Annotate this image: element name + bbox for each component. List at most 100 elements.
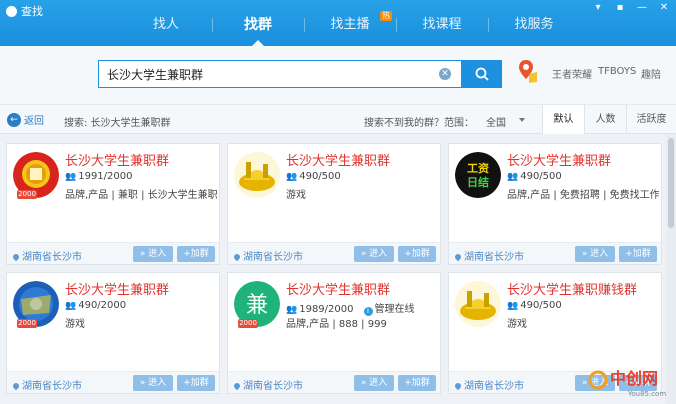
level-badge: 2000 xyxy=(17,190,37,199)
enter-group-button[interactable]: » 进入 xyxy=(133,375,173,391)
location-pin-icon xyxy=(11,252,21,262)
search-input[interactable] xyxy=(107,65,427,83)
location-text: 湖南省长沙市 xyxy=(243,252,303,263)
group-name[interactable]: 长沙大学生兼职群 xyxy=(65,150,169,169)
level-badge: 2000 xyxy=(238,319,258,328)
member-count: 👥 1989/2000 i 管理在线 xyxy=(286,300,415,316)
group-card[interactable]: 兼 2000 长沙大学生兼职群 👥 1989/2000 i 管理在线 品牌,产品 | … xyxy=(227,272,441,394)
scroll-thumb[interactable] xyxy=(668,138,674,228)
member-count-value: 1989/2000 xyxy=(299,304,354,315)
search-button[interactable] xyxy=(462,60,502,88)
tab-find-people[interactable]: 找人 xyxy=(120,0,212,46)
back-label: 返回 xyxy=(24,116,44,127)
tab-find-anchor[interactable]: 找主播热 xyxy=(304,0,396,46)
sort-tab-members[interactable]: 人数 xyxy=(584,105,626,135)
quick-tag[interactable]: TFBOYS xyxy=(598,66,636,77)
window-controls: ▾ ▪ — ✕ xyxy=(592,2,670,14)
tab-find-courses[interactable]: 找课程 xyxy=(396,0,488,46)
join-group-button[interactable]: +加群 xyxy=(177,246,215,262)
members-icon: 👥 xyxy=(507,301,519,311)
member-count: 👥 1991/2000 xyxy=(65,171,133,182)
lock-icon[interactable]: ▪ xyxy=(614,2,626,14)
enter-group-button[interactable]: » 进入 xyxy=(354,246,394,262)
enter-group-button[interactable]: » 进入 xyxy=(575,246,615,262)
nav-divider xyxy=(396,18,397,32)
quick-tag[interactable]: 王者荣耀 xyxy=(552,66,592,81)
quick-tag[interactable]: 趣陪 xyxy=(641,66,661,81)
location-text: 湖南省长沙市 xyxy=(464,252,524,263)
watermark-logo: 中创网 You85.com xyxy=(588,369,666,398)
avatar-text: 兼 xyxy=(246,293,268,318)
member-count-value: 490/500 xyxy=(520,300,562,311)
group-avatar: 工资 日结 xyxy=(455,152,501,198)
member-count: 👥 490/500 xyxy=(286,171,341,182)
card-footer: 湖南省长沙市 » 进入 +加群 xyxy=(228,371,440,393)
location-text: 湖南省长沙市 xyxy=(22,252,82,263)
join-group-button[interactable]: +加群 xyxy=(398,246,436,262)
close-icon[interactable]: ✕ xyxy=(658,2,670,14)
location-text: 湖南省长沙市 xyxy=(243,381,303,392)
search-area: ✕ 王者荣耀 TFBOYS 趣陪 xyxy=(0,46,676,104)
join-group-button[interactable]: +加群 xyxy=(619,246,657,262)
group-name[interactable]: 长沙大学生兼职群 xyxy=(65,279,169,298)
sort-tab-default[interactable]: 默认 xyxy=(542,105,584,135)
tab-find-services[interactable]: 找服务 xyxy=(488,0,580,46)
member-count-value: 1991/2000 xyxy=(78,171,133,182)
group-avatar xyxy=(234,152,280,198)
members-icon: 👥 xyxy=(65,301,77,311)
location-pin-icon xyxy=(232,252,242,262)
app-title: 查找 xyxy=(6,3,43,19)
nav-divider xyxy=(488,18,489,32)
scope-label: 范围： xyxy=(444,118,474,129)
search-box: ✕ xyxy=(98,60,462,88)
member-count-value: 490/500 xyxy=(299,171,341,182)
card-footer: 湖南省长沙市 » 进入 +加群 xyxy=(7,242,219,264)
enter-group-button[interactable]: » 进入 xyxy=(354,375,394,391)
minimize-icon[interactable]: — xyxy=(636,2,648,14)
enter-group-button[interactable]: » 进入 xyxy=(133,246,173,262)
location-pin-icon xyxy=(11,381,21,391)
group-avatar xyxy=(455,281,501,327)
tab-label: 找群 xyxy=(244,17,272,33)
nav-divider xyxy=(304,18,305,32)
chevron-down-icon[interactable] xyxy=(519,118,525,122)
group-location: 湖南省长沙市 xyxy=(232,377,303,392)
filter-bar: ← 返回 搜索: 长沙大学生兼职群 搜索不到我的群？ 范围： 全国 默认 人数 … xyxy=(0,104,676,135)
nav-tabs: 找人 找群 找主播热 找课程 找服务 xyxy=(120,0,580,46)
group-card[interactable]: 2000 长沙大学生兼职群 👥 490/2000 游戏 湖南省长沙市 » 进入 +… xyxy=(6,272,220,394)
group-name[interactable]: 长沙大学生兼职赚钱群 xyxy=(507,279,637,298)
not-found-link[interactable]: 搜索不到我的群？ xyxy=(364,114,444,129)
watermark-subtext: You85.com xyxy=(627,390,666,398)
group-card[interactable]: 2000 长沙大学生兼职群 👥 1991/2000 品牌,产品 | 兼职 | 长沙… xyxy=(6,143,220,265)
join-group-button[interactable]: +加群 xyxy=(177,375,215,391)
group-name[interactable]: 长沙大学生兼职群 xyxy=(507,150,611,169)
search-icon xyxy=(475,67,489,81)
member-count: 👥 490/500 xyxy=(507,300,562,311)
clear-search-icon[interactable]: ✕ xyxy=(439,68,451,80)
location-pin-icon xyxy=(453,381,463,391)
group-card[interactable]: 长沙大学生兼职群 👥 490/500 游戏 湖南省长沙市 » 进入 +加群 xyxy=(227,143,441,265)
sort-tab-activity[interactable]: 活跃度 xyxy=(626,105,676,135)
group-location: 湖南省长沙市 xyxy=(453,377,524,392)
search-description: 搜索: 长沙大学生兼职群 xyxy=(64,118,171,129)
skin-icon[interactable]: ▾ xyxy=(592,2,604,14)
location-pin-icon xyxy=(453,252,463,262)
member-count: 👥 490/500 xyxy=(507,171,562,182)
tab-find-groups[interactable]: 找群 xyxy=(212,0,304,46)
back-button[interactable]: ← 返回 xyxy=(7,112,44,127)
group-location: 湖南省长沙市 xyxy=(11,248,82,263)
group-card[interactable]: 工资 日结 长沙大学生兼职群 👥 490/500 品牌,产品 | 免费招聘 | 免… xyxy=(448,143,662,265)
join-group-button[interactable]: +加群 xyxy=(398,375,436,391)
group-name[interactable]: 长沙大学生兼职群 xyxy=(286,150,390,169)
admin-online-status: i 管理在线 xyxy=(363,304,415,316)
map-pin-icon[interactable] xyxy=(517,58,539,84)
group-location: 湖南省长沙市 xyxy=(11,377,82,392)
scope-select[interactable]: 全国 xyxy=(486,114,506,129)
card-footer: 湖南省长沙市 » 进入 +加群 xyxy=(7,371,219,393)
card-footer: 湖南省长沙市 » 进入 +加群 xyxy=(449,242,661,264)
group-location: 湖南省长沙市 xyxy=(232,248,303,263)
group-name[interactable]: 长沙大学生兼职群 xyxy=(286,279,390,298)
top-bar: 查找 找人 找群 找主播热 找课程 找服务 ▾ ▪ — ✕ xyxy=(0,0,676,46)
admin-online-text: 管理在线 xyxy=(374,304,415,315)
member-count-value: 490/2000 xyxy=(78,300,127,311)
